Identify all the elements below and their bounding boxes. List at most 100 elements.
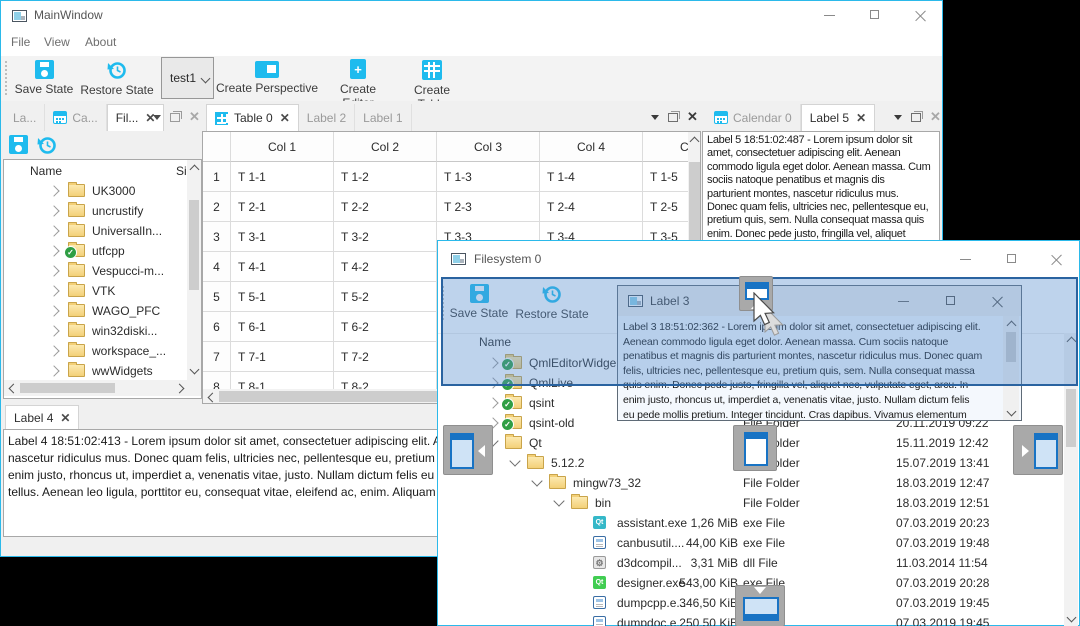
- float-panel-icon[interactable]: [911, 110, 923, 122]
- chevron-right-icon[interactable]: [48, 245, 60, 257]
- table-cell[interactable]: T 1-4: [540, 162, 643, 192]
- tab-la[interactable]: La...: [5, 104, 46, 131]
- table-cell[interactable]: T 1-1: [231, 162, 334, 192]
- fs-maximize-button[interactable]: [997, 249, 1027, 269]
- main-maximize-button[interactable]: [860, 5, 890, 25]
- table-col-header[interactable]: Col 1: [231, 132, 334, 162]
- tree-item[interactable]: Vespucci-m...: [4, 261, 187, 281]
- table-col-header[interactable]: Col 3: [437, 132, 540, 162]
- table-col-header[interactable]: Col 5: [643, 132, 688, 162]
- table-row-number[interactable]: 5: [203, 282, 231, 312]
- table-cell[interactable]: T 8-1: [231, 372, 334, 389]
- table-cell[interactable]: T 2-3: [437, 192, 540, 222]
- chevron-right-icon[interactable]: [48, 325, 60, 337]
- table-row-number[interactable]: 1: [203, 162, 231, 192]
- tabs-menu-icon[interactable]: [153, 114, 161, 120]
- tab-close-icon[interactable]: ✕: [280, 111, 290, 125]
- table-cell[interactable]: T 2-1: [231, 192, 334, 222]
- tab-label1[interactable]: Label 1: [355, 104, 412, 131]
- table-cell[interactable]: T 6-2: [334, 312, 437, 342]
- table-cell[interactable]: T 7-1: [231, 342, 334, 372]
- tab-label5[interactable]: Label 5 ✕: [800, 104, 876, 131]
- left-save-icon[interactable]: [9, 135, 28, 154]
- table-row-number[interactable]: 7: [203, 342, 231, 372]
- main-close-button[interactable]: [905, 5, 935, 25]
- chevron-right-icon[interactable]: [48, 345, 60, 357]
- left-tree-header-name[interactable]: Name: [30, 164, 62, 178]
- tree-item[interactable]: ✓ utfcpp: [4, 241, 187, 261]
- tabs-menu-icon[interactable]: [651, 114, 659, 120]
- tree-item[interactable]: UK3000: [4, 181, 187, 201]
- float-panel-icon[interactable]: [170, 110, 182, 122]
- chevron-right-icon[interactable]: [48, 285, 60, 297]
- fs-tree-item[interactable]: mingw73_32 File Folder 18.03.2019 12:47: [438, 473, 1064, 493]
- tab-table0[interactable]: Table 0 ✕: [206, 104, 299, 131]
- chevron-right-icon[interactable]: [48, 225, 60, 237]
- fs-close-button[interactable]: [1041, 249, 1071, 269]
- chevron-right-icon[interactable]: [48, 365, 60, 377]
- tree-item[interactable]: uncrustify: [4, 201, 187, 221]
- float-panel-icon[interactable]: [668, 110, 680, 122]
- table-cell[interactable]: T 2-4: [540, 192, 643, 222]
- table-cell[interactable]: T 1-3: [437, 162, 540, 192]
- table-col-header[interactable]: Col 2: [334, 132, 437, 162]
- chevron-down-icon[interactable]: [531, 475, 543, 487]
- tab-label4[interactable]: Label 4 ✕: [5, 405, 80, 430]
- tree-item[interactable]: win32diski...: [4, 321, 187, 341]
- drop-indicator-right[interactable]: [1013, 425, 1063, 475]
- chevron-right-icon[interactable]: [487, 397, 499, 409]
- table-cell[interactable]: T 2-2: [334, 192, 437, 222]
- table-cell[interactable]: T 1-2: [334, 162, 437, 192]
- tree-item[interactable]: UniversalIn...: [4, 221, 187, 241]
- table-row-number[interactable]: 6: [203, 312, 231, 342]
- menu-about[interactable]: About: [85, 35, 116, 49]
- main-minimize-button[interactable]: [815, 5, 845, 25]
- left-tree-hscrollbar[interactable]: [4, 380, 201, 396]
- table-cell[interactable]: T 5-2: [334, 282, 437, 312]
- tab-calendar0[interactable]: Calendar 0: [706, 104, 801, 131]
- left-tree-vscrollbar[interactable]: [187, 160, 201, 380]
- table-cell[interactable]: T 7-2: [334, 342, 437, 372]
- table-cell[interactable]: T 6-1: [231, 312, 334, 342]
- table-cell[interactable]: T 2-5: [643, 192, 688, 222]
- filesystem-titlebar[interactable]: Filesystem 0: [438, 241, 1079, 278]
- fs-tree-item[interactable]: bin File Folder 18.03.2019 12:51: [438, 493, 1064, 513]
- tab-close-icon[interactable]: ✕: [60, 411, 70, 425]
- close-panel-icon[interactable]: ✕: [687, 110, 698, 123]
- close-panel-icon[interactable]: ✕: [930, 110, 941, 123]
- menu-view[interactable]: View: [44, 35, 70, 49]
- fs-minimize-button[interactable]: [951, 249, 981, 269]
- tabs-menu-icon[interactable]: [894, 114, 902, 120]
- fs-tree-item[interactable]: canbusutil.... 44,00 KiB exe File 07.03.201…: [438, 533, 1064, 553]
- perspective-combo[interactable]: test1: [161, 57, 214, 99]
- fs-tree-item[interactable]: Qt assistant.exe 1,26 MiB exe File 07.03.201…: [438, 513, 1064, 533]
- table-row-number[interactable]: 2: [203, 192, 231, 222]
- table-cell[interactable]: T 3-2: [334, 222, 437, 252]
- table-cell[interactable]: T 4-1: [231, 252, 334, 282]
- drop-indicator-center[interactable]: [733, 425, 777, 471]
- menu-file[interactable]: File: [11, 35, 30, 49]
- chevron-right-icon[interactable]: [48, 305, 60, 317]
- toolbar-drag-handle[interactable]: [4, 60, 8, 97]
- tree-item[interactable]: wwWidgets: [4, 361, 187, 380]
- drop-indicator-left[interactable]: [443, 425, 493, 475]
- main-titlebar[interactable]: MainWindow: [1, 1, 942, 31]
- close-panel-icon[interactable]: ✕: [189, 110, 200, 123]
- tab-ca[interactable]: Ca...: [45, 104, 107, 131]
- create-perspective-button[interactable]: Create Perspective: [215, 61, 319, 95]
- save-state-button[interactable]: Save State: [13, 60, 75, 96]
- chevron-down-icon[interactable]: [509, 455, 521, 467]
- tree-item[interactable]: VTK: [4, 281, 187, 301]
- tree-item[interactable]: WAGO_PFC: [4, 301, 187, 321]
- chevron-right-icon[interactable]: [48, 265, 60, 277]
- tree-item[interactable]: workspace_...: [4, 341, 187, 361]
- restore-state-button[interactable]: Restore State: [79, 60, 155, 97]
- table-cell[interactable]: T 1-5: [643, 162, 688, 192]
- chevron-right-icon[interactable]: [48, 185, 60, 197]
- left-restore-icon[interactable]: [37, 135, 57, 155]
- fs-tree-item[interactable]: ⚙ d3dcompil... 3,31 MiB dll File 11.03.2014 …: [438, 553, 1064, 573]
- table-cell[interactable]: T 5-1: [231, 282, 334, 312]
- table-row-number[interactable]: 4: [203, 252, 231, 282]
- table-row-number[interactable]: 8: [203, 372, 231, 389]
- table-cell[interactable]: T 3-1: [231, 222, 334, 252]
